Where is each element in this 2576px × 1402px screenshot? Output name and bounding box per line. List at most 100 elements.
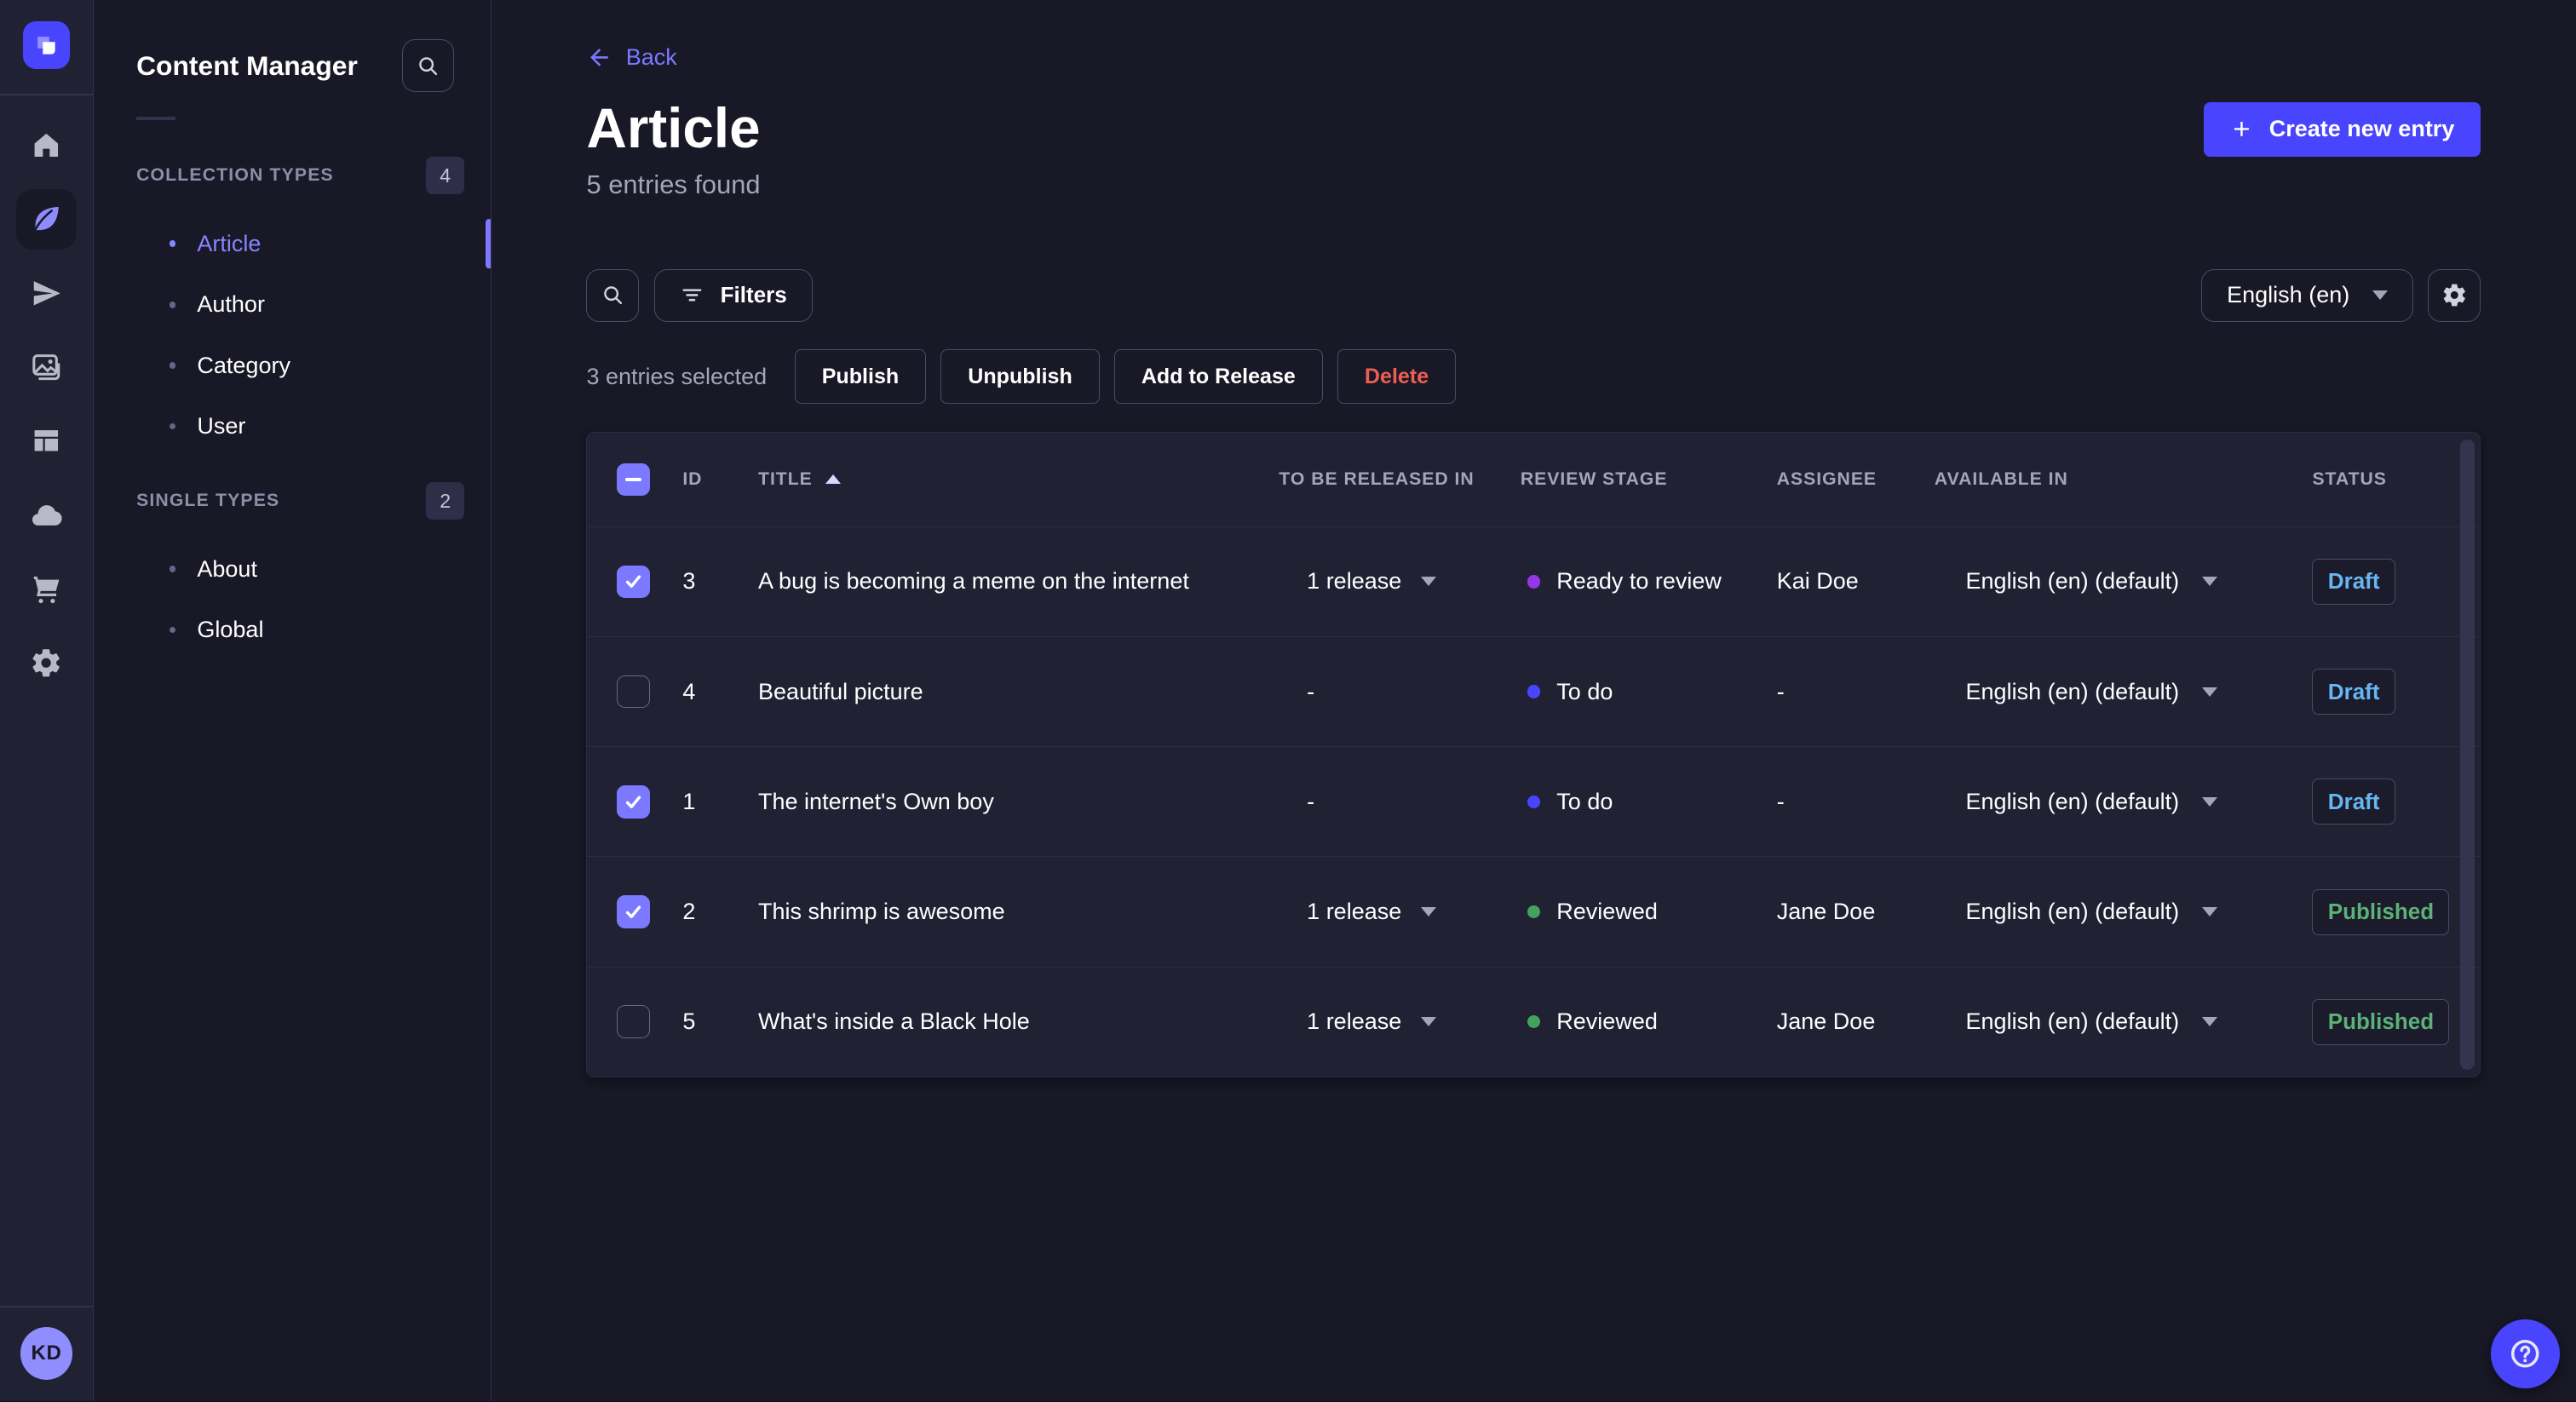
row-locale-label: English (en) (default)	[1965, 678, 2180, 704]
row-release-label: 1 release	[1307, 899, 1402, 924]
sidebar-item-about[interactable]: About	[94, 538, 491, 599]
row-checkbox[interactable]	[617, 895, 650, 928]
nav-releases-paper-plane-button[interactable]	[16, 263, 77, 324]
table-row[interactable]: 3 A bug is becoming a meme on the intern…	[587, 526, 2481, 636]
chevron-down-icon	[2202, 796, 2218, 807]
stage-dot-icon	[1527, 905, 1541, 919]
column-header-id[interactable]: ID	[682, 469, 758, 490]
table-row[interactable]: 5 What's inside a Black Hole 1 release R…	[587, 966, 2481, 1077]
row-release-label: 1 release	[1307, 568, 1402, 595]
locale-selected-label: English (en)	[2227, 282, 2350, 308]
toolbar-search-button[interactable]	[586, 268, 640, 322]
row-release-dropdown[interactable]: 1 release	[1279, 568, 1521, 595]
strapi-logo[interactable]	[22, 21, 71, 69]
section-label: COLLECTION TYPES	[136, 165, 334, 186]
delete-button[interactable]: Delete	[1337, 349, 1456, 405]
row-id: 2	[682, 899, 696, 924]
select-all-checkbox[interactable]	[617, 463, 650, 497]
add-to-release-button[interactable]: Add to Release	[1113, 349, 1323, 405]
nav-home-button[interactable]	[16, 115, 77, 175]
sidebar-item-category[interactable]: Category	[94, 335, 491, 395]
entries-table: ID TITLE TO BE RELEASED IN REVIEW STAGE …	[586, 431, 2481, 1077]
locale-select[interactable]: English (en)	[2201, 268, 2414, 322]
unpublish-button[interactable]: Unpublish	[940, 349, 1100, 405]
user-avatar[interactable]: KD	[20, 1327, 73, 1381]
bullet-icon	[169, 362, 176, 369]
chevron-down-icon	[2202, 687, 2218, 697]
row-assignee: Jane Doe	[1776, 1008, 1876, 1035]
sidebar-item-label: Author	[197, 291, 265, 318]
create-new-entry-button[interactable]: Create new entry	[2203, 101, 2481, 157]
selection-summary: 3 entries selected	[586, 363, 768, 389]
main-nav: KD	[0, 0, 94, 1402]
row-locale-dropdown[interactable]: English (en) (default)	[1935, 1008, 2313, 1035]
row-status-cell: Draft	[2312, 669, 2480, 715]
nav-cloud-button[interactable]	[16, 485, 77, 545]
column-header-title[interactable]: TITLE	[758, 469, 1279, 490]
row-id: 3	[682, 568, 696, 595]
row-status-cell: Draft	[2312, 779, 2480, 825]
content-manager-subnav: Content Manager COLLECTION TYPES 4 Artic…	[93, 0, 492, 1402]
column-header-status[interactable]: STATUS	[2312, 469, 2480, 490]
subnav-title: Content Manager	[136, 49, 358, 81]
row-checkbox[interactable]	[617, 565, 650, 599]
column-header-to-be-released-in[interactable]: TO BE RELEASED IN	[1279, 469, 1521, 490]
row-locale-dropdown[interactable]: English (en) (default)	[1935, 899, 2313, 925]
row-checkbox-cell	[617, 785, 682, 819]
back-link[interactable]: Back	[586, 44, 677, 71]
row-checkbox[interactable]	[617, 785, 650, 819]
nav-content-type-builder-layout-button[interactable]	[16, 411, 77, 471]
search-icon	[601, 283, 625, 307]
sidebar-item-user[interactable]: User	[94, 396, 491, 457]
table-row[interactable]: 2 This shrimp is awesome 1 release Revie…	[587, 856, 2481, 966]
nav-media-library-pictures-button[interactable]	[16, 336, 77, 397]
table-scrollbar[interactable]	[2460, 439, 2475, 1071]
header-checkbox-cell	[617, 463, 682, 497]
sidebar-item-global[interactable]: Global	[94, 600, 491, 660]
row-release-dropdown[interactable]: -	[1279, 679, 1521, 705]
row-assignee: Jane Doe	[1776, 899, 1876, 924]
column-header-review-stage[interactable]: REVIEW STAGE	[1521, 469, 1777, 490]
nav-content-manager-feather-button[interactable]	[15, 188, 78, 250]
sidebar-item-label: About	[197, 555, 257, 582]
toolbar: Filters English (en)	[586, 268, 2481, 322]
view-settings-button[interactable]	[2428, 268, 2481, 322]
row-checkbox[interactable]	[617, 675, 650, 709]
table-row[interactable]: 1 The internet's Own boy - To do - Engli…	[587, 746, 2481, 856]
bullet-icon	[169, 626, 176, 634]
row-checkbox-cell	[617, 895, 682, 928]
row-status-badge: Published	[2312, 888, 2450, 935]
sidebar-item-author[interactable]: Author	[94, 274, 491, 335]
row-locale-dropdown[interactable]: English (en) (default)	[1935, 568, 2313, 595]
row-review-stage: Reviewed	[1521, 899, 1777, 925]
subnav-search-button[interactable]	[401, 39, 455, 92]
publish-button[interactable]: Publish	[794, 349, 927, 405]
row-assignee: -	[1776, 788, 1785, 814]
row-release-dropdown[interactable]: 1 release	[1279, 1008, 1521, 1035]
row-title: What's inside a Black Hole	[758, 1008, 1030, 1035]
nav-settings-gear-button[interactable]	[16, 632, 77, 692]
stage-dot-icon	[1527, 1014, 1541, 1029]
row-status-badge: Draft	[2312, 779, 2395, 825]
app-root: KD Content Manager COLLECTION TYPES 4 Ar…	[0, 0, 2576, 1402]
subnav-divider	[136, 116, 176, 120]
row-title: This shrimp is awesome	[758, 899, 1005, 924]
row-checkbox[interactable]	[617, 1005, 650, 1038]
row-release-dropdown[interactable]: 1 release	[1279, 899, 1521, 925]
row-locale-dropdown[interactable]: English (en) (default)	[1935, 679, 2313, 705]
section-items: Article Author Category User	[94, 214, 491, 457]
column-header-assignee[interactable]: ASSIGNEE	[1777, 469, 1935, 490]
row-status-badge: Draft	[2312, 558, 2395, 605]
row-locale-dropdown[interactable]: English (en) (default)	[1935, 789, 2313, 815]
row-title: The internet's Own boy	[758, 788, 994, 814]
table-row[interactable]: 4 Beautiful picture - To do - English (e…	[587, 636, 2481, 746]
content-manager-feather-icon	[30, 203, 63, 236]
filters-button[interactable]: Filters	[653, 268, 813, 322]
nav-marketplace-cart-button[interactable]	[16, 559, 77, 619]
row-release-dropdown[interactable]: -	[1279, 789, 1521, 815]
help-button[interactable]	[2490, 1319, 2560, 1388]
row-locale-label: English (en) (default)	[1965, 1008, 2180, 1035]
selection-row: 3 entries selected Publish Unpublish Add…	[586, 349, 2481, 405]
sidebar-item-article[interactable]: Article	[94, 214, 491, 274]
column-header-available-in[interactable]: AVAILABLE IN	[1935, 469, 2313, 490]
